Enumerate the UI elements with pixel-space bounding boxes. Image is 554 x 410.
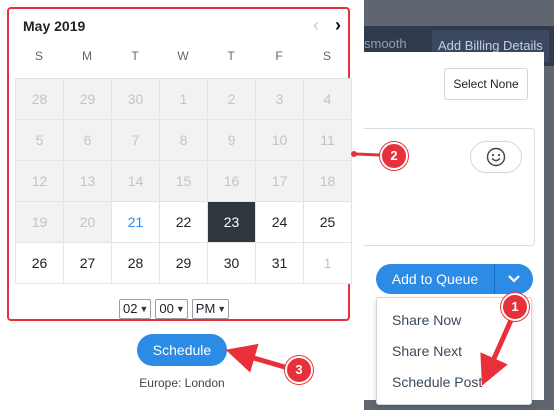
chevron-down-icon: ▼: [139, 304, 149, 314]
calendar-day[interactable]: 26: [15, 242, 64, 284]
calendar-day[interactable]: 30: [207, 242, 256, 284]
calendar-day: 6: [63, 119, 112, 161]
annotation-arrow: [225, 343, 289, 373]
weekday-label: T: [227, 49, 235, 63]
calendar-day: 13: [63, 160, 112, 202]
emoji-button[interactable]: [470, 141, 522, 173]
background-tab[interactable]: smooth: [364, 36, 407, 51]
weekday-label: T: [131, 49, 139, 63]
date-picker: May 2019 ‹ › S M T W T F S 28 29 30 1 2 3 4 5 6 7…: [7, 7, 352, 321]
weekday-header: S M T W T F S: [15, 49, 351, 63]
add-to-queue-group: Add to Queue: [376, 264, 533, 294]
annotation-marker: 2: [380, 142, 408, 170]
calendar-day[interactable]: 1: [303, 242, 352, 284]
add-to-queue-button[interactable]: Add to Queue: [376, 264, 495, 294]
calendar-day: 1: [159, 78, 208, 120]
menu-item-schedule-post[interactable]: Schedule Post: [392, 374, 482, 390]
calendar-day: 8: [159, 119, 208, 161]
calendar-day: 3: [255, 78, 304, 120]
weekday-label: S: [322, 49, 331, 63]
calendar-day: 30: [111, 78, 160, 120]
calendar-day: 11: [303, 119, 352, 161]
calendar-day: 2: [207, 78, 256, 120]
calendar-day: 17: [255, 160, 304, 202]
annotation-marker: 3: [285, 356, 313, 384]
minute-select[interactable]: 00 ▼: [155, 299, 188, 319]
weekday-label: M: [82, 49, 92, 63]
hour-value: 02: [123, 301, 138, 316]
calendar-day: 12: [15, 160, 64, 202]
day-grid: 28 29 30 1 2 3 4 5 6 7 8 9 10 11 12 13 14 15 16 17 18 19 20 21 2…: [15, 78, 352, 284]
calendar-day: 29: [63, 78, 112, 120]
weekday-label: S: [34, 49, 43, 63]
calendar-day: 14: [111, 160, 160, 202]
timezone-label: Europe: London: [139, 376, 225, 390]
minute-value: 00: [159, 301, 174, 316]
calendar-day[interactable]: 25: [303, 201, 352, 243]
prev-month-icon[interactable]: ‹: [313, 15, 319, 36]
ampm-value: PM: [195, 301, 216, 316]
calendar-day: 19: [15, 201, 64, 243]
weekday-label: W: [177, 49, 189, 63]
chevron-down-icon: [508, 275, 520, 283]
calendar-day[interactable]: 23: [207, 201, 256, 243]
month-title: May 2019: [23, 18, 86, 34]
time-picker: 02 ▼ 00 ▼ PM ▼: [119, 299, 230, 319]
calendar-day: 15: [159, 160, 208, 202]
schedule-button[interactable]: Schedule: [137, 334, 227, 366]
calendar-day: 9: [207, 119, 256, 161]
calendar-day[interactable]: 24: [255, 201, 304, 243]
chevron-down-icon: ▼: [217, 304, 227, 314]
calendar-day[interactable]: 22: [159, 201, 208, 243]
menu-item-share-now[interactable]: Share Now: [392, 312, 461, 328]
calendar-day: 28: [15, 78, 64, 120]
calendar-day[interactable]: 28: [111, 242, 160, 284]
calendar-day: 16: [207, 160, 256, 202]
calendar-day: 20: [63, 201, 112, 243]
next-month-icon[interactable]: ›: [335, 15, 341, 36]
menu-item-share-next[interactable]: Share Next: [392, 343, 462, 359]
hour-select[interactable]: 02 ▼: [119, 299, 152, 319]
calendar-day[interactable]: 31: [255, 242, 304, 284]
calendar-day: 18: [303, 160, 352, 202]
annotation-marker: 1: [501, 293, 529, 321]
chevron-down-icon: ▼: [175, 304, 185, 314]
calendar-day: 4: [303, 78, 352, 120]
smiley-icon: [486, 147, 506, 167]
calendar-day[interactable]: 29: [159, 242, 208, 284]
calendar-day: 5: [15, 119, 64, 161]
calendar-day: 7: [111, 119, 160, 161]
weekday-label: F: [275, 49, 283, 63]
queue-options-button[interactable]: [495, 264, 533, 294]
calendar-day[interactable]: 21: [111, 201, 160, 243]
select-none-button[interactable]: Select None: [444, 68, 528, 100]
calendar-day: 10: [255, 119, 304, 161]
ampm-select[interactable]: PM ▼: [191, 299, 230, 319]
calendar-day[interactable]: 27: [63, 242, 112, 284]
